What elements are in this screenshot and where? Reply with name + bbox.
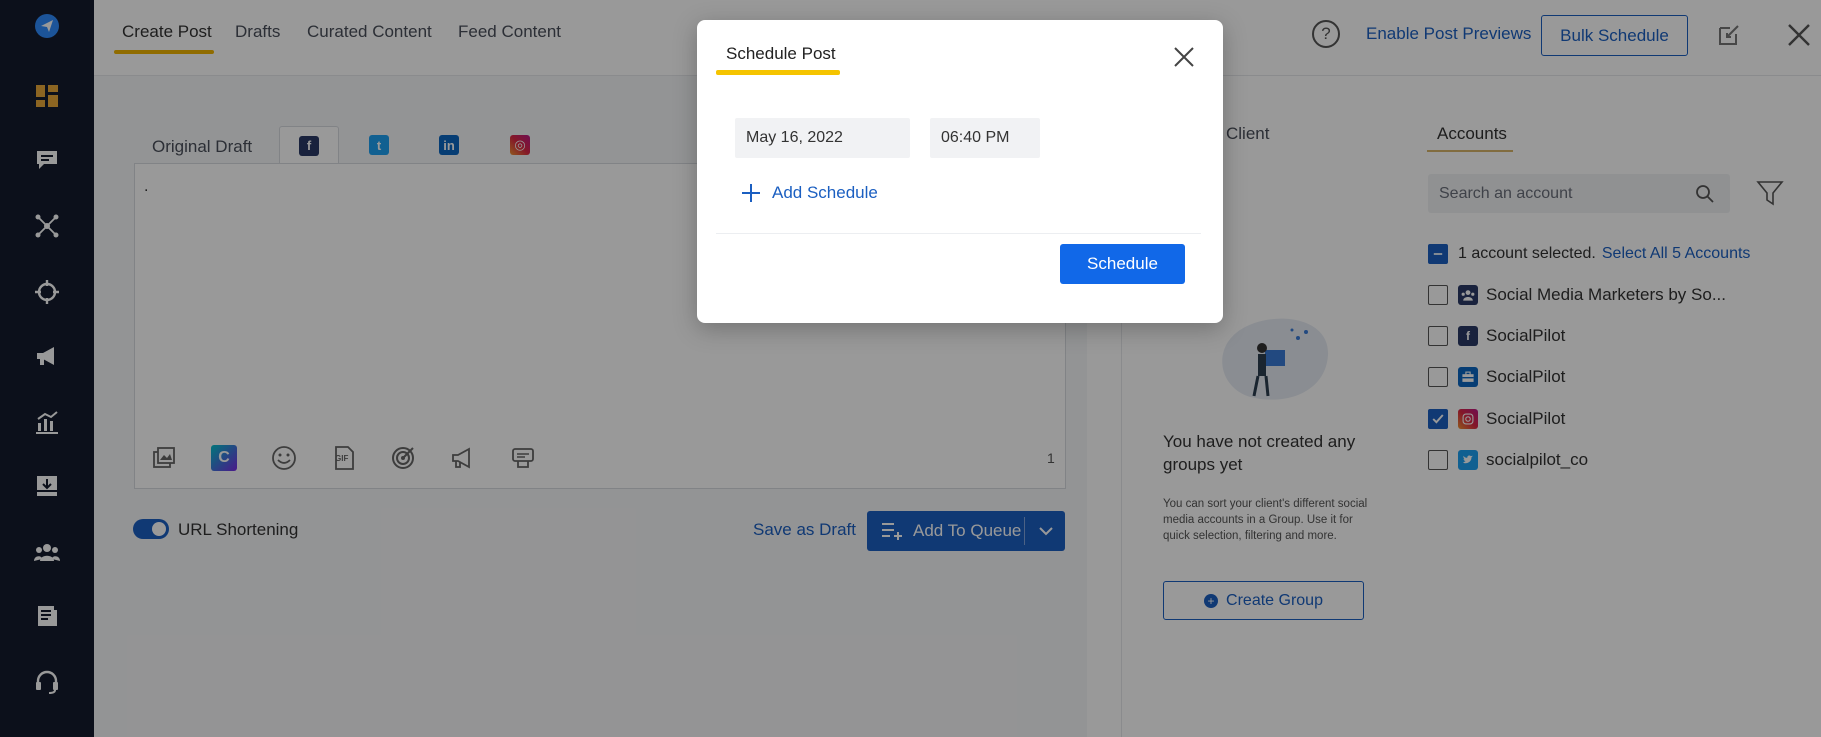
modal-body: Add Schedule Schedule bbox=[716, 98, 1201, 306]
modal-header: Schedule Post bbox=[697, 20, 1223, 98]
modal-title-indicator bbox=[716, 70, 840, 75]
modal-title: Schedule Post bbox=[726, 44, 836, 63]
time-picker-input[interactable] bbox=[930, 118, 1040, 158]
add-schedule-label: Add Schedule bbox=[772, 183, 878, 202]
add-schedule-link[interactable]: Add Schedule bbox=[740, 182, 878, 204]
close-icon[interactable] bbox=[1172, 45, 1196, 69]
schedule-button[interactable]: Schedule bbox=[1060, 244, 1185, 284]
modal-footer: Schedule bbox=[716, 233, 1201, 306]
schedule-fields: Add Schedule bbox=[716, 98, 1201, 233]
date-picker-input[interactable] bbox=[735, 118, 910, 158]
plus-icon bbox=[742, 184, 760, 202]
schedule-post-modal: Schedule Post Add Schedule Schedule bbox=[697, 20, 1223, 323]
